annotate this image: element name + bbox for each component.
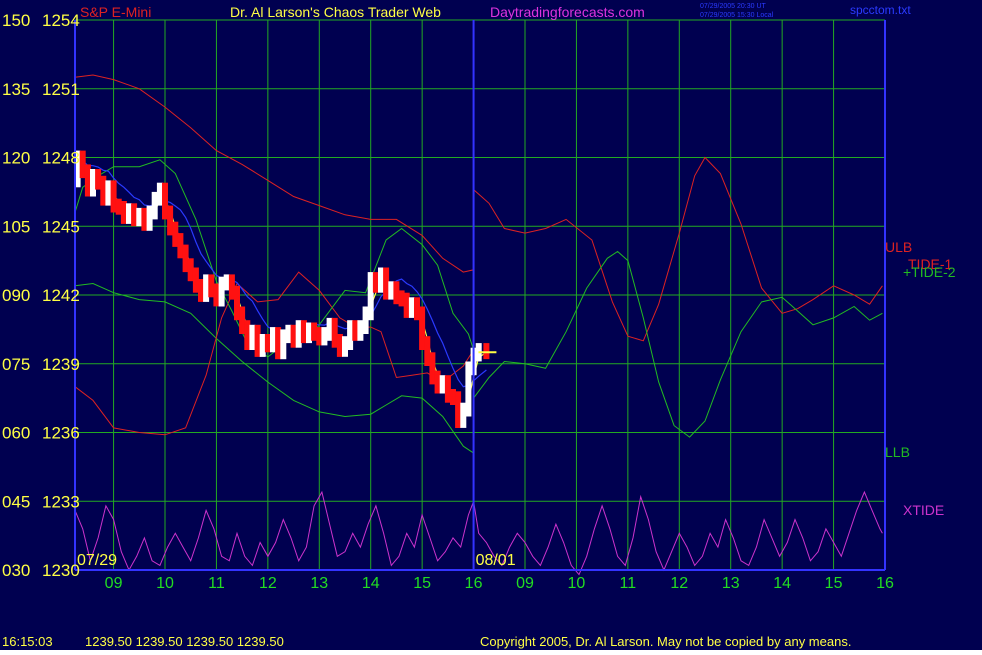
price-bar: [367, 272, 374, 321]
x-hour-label: 12: [259, 575, 277, 592]
time-ut-label: 07/29/2005 20:30 UT: [700, 3, 766, 10]
price-bar: [131, 203, 138, 227]
price-bar: [465, 361, 472, 417]
price-bar: [95, 169, 102, 190]
price-bar: [213, 283, 220, 307]
price-bar: [357, 320, 364, 341]
price-bar: [203, 274, 210, 302]
price-bar: [403, 292, 410, 318]
chart-svg: 150 1254 135 1251 120 1248 105 1245 090 1242 075 12…: [0, 0, 982, 650]
y-index-label: 075: [2, 355, 30, 374]
x-hour-label: 10: [156, 575, 174, 592]
footer-time: 16:15:03: [2, 634, 53, 649]
price-bar: [115, 198, 122, 215]
site-label: Daytradingforecasts.com: [490, 4, 645, 20]
y-index-label: 150: [2, 11, 30, 30]
price-bar: [383, 267, 390, 300]
x-hour-label: 15: [825, 575, 843, 592]
x-hour-label: 09: [516, 575, 534, 592]
price-bar: [419, 306, 426, 350]
price-bar: [321, 327, 328, 346]
price-bar: [429, 352, 436, 385]
x-hour-label: 13: [310, 575, 328, 592]
chart-container: 150 1254 135 1251 120 1248 105 1245 090 1242 075 12…: [0, 0, 982, 650]
y-price-label: 1251: [42, 80, 80, 99]
footer-copyright: Copyright 2005, Dr. Al Larson. May not b…: [480, 634, 851, 649]
legend-ulb: ULB: [885, 239, 912, 255]
footer-ohlc: 1239.50 1239.50 1239.50 1239.50: [85, 634, 284, 649]
price-bar: [295, 320, 302, 348]
instrument-label: S&P E-Mini: [80, 4, 151, 20]
price-bar: [151, 191, 158, 220]
price-bar: [275, 327, 282, 360]
price-bar: [455, 391, 462, 428]
price-bar: [439, 375, 446, 394]
x-hour-label: 13: [722, 575, 740, 592]
date-marker-label: 07/29: [77, 552, 117, 569]
y-price-label: 1245: [42, 217, 80, 236]
chart-title: Dr. Al Larson's Chaos Trader Web: [230, 4, 441, 20]
filename-label: spcctom.txt: [850, 3, 911, 17]
x-hour-label: 09: [105, 575, 123, 592]
price-bar: [167, 205, 174, 236]
price-bar: [285, 324, 292, 344]
y-index-label: 120: [2, 149, 30, 168]
x-hour-label: 11: [620, 575, 637, 592]
price-bar: [249, 324, 256, 350]
y-price-label: 1230: [42, 561, 80, 580]
price-bar: [187, 258, 194, 282]
y-price-label: 1242: [42, 286, 80, 305]
price-bar: [223, 274, 230, 291]
price-bar: [393, 281, 400, 305]
x-hour-label: 12: [670, 575, 688, 592]
x-hour-label: 11: [208, 575, 225, 592]
y-price-label: 1254: [42, 11, 80, 30]
y-index-label: 060: [2, 424, 30, 443]
price-bar: [177, 233, 184, 259]
y-price-label: 1248: [42, 149, 80, 168]
y-price-label: 1233: [42, 492, 80, 511]
price-bar: [105, 180, 112, 206]
y-index-label: 030: [2, 561, 30, 580]
price-bar: [79, 150, 86, 179]
price-bar: [483, 343, 490, 360]
y-index-label: 090: [2, 286, 30, 305]
x-hour-label: 16: [465, 575, 483, 592]
price-bar: [311, 322, 318, 341]
y-index-label: 045: [2, 492, 30, 511]
price-bar: [239, 306, 246, 334]
y-index-label: 105: [2, 217, 30, 236]
price-bar: [331, 317, 338, 348]
price-bar: [347, 320, 354, 350]
y-price-label: 1236: [42, 424, 80, 443]
date-marker-label: 08/01: [476, 552, 516, 569]
y-index-label: 135: [2, 80, 30, 99]
legend-llb: LLB: [885, 444, 910, 460]
y-price-label: 1239: [42, 355, 80, 374]
legend-xtide: XTIDE: [903, 502, 944, 518]
legend-tide-2: +TIDE-2: [903, 264, 956, 280]
x-hour-label: 16: [876, 575, 894, 592]
price-bar: [259, 334, 266, 357]
x-hour-label: 14: [362, 575, 380, 592]
x-hour-label: 10: [568, 575, 586, 592]
x-hour-label: 14: [773, 575, 791, 592]
time-local-label: 07/29/2005 15:30 Local: [700, 12, 774, 19]
x-hour-label: 15: [413, 575, 431, 592]
price-bar: [141, 207, 148, 231]
